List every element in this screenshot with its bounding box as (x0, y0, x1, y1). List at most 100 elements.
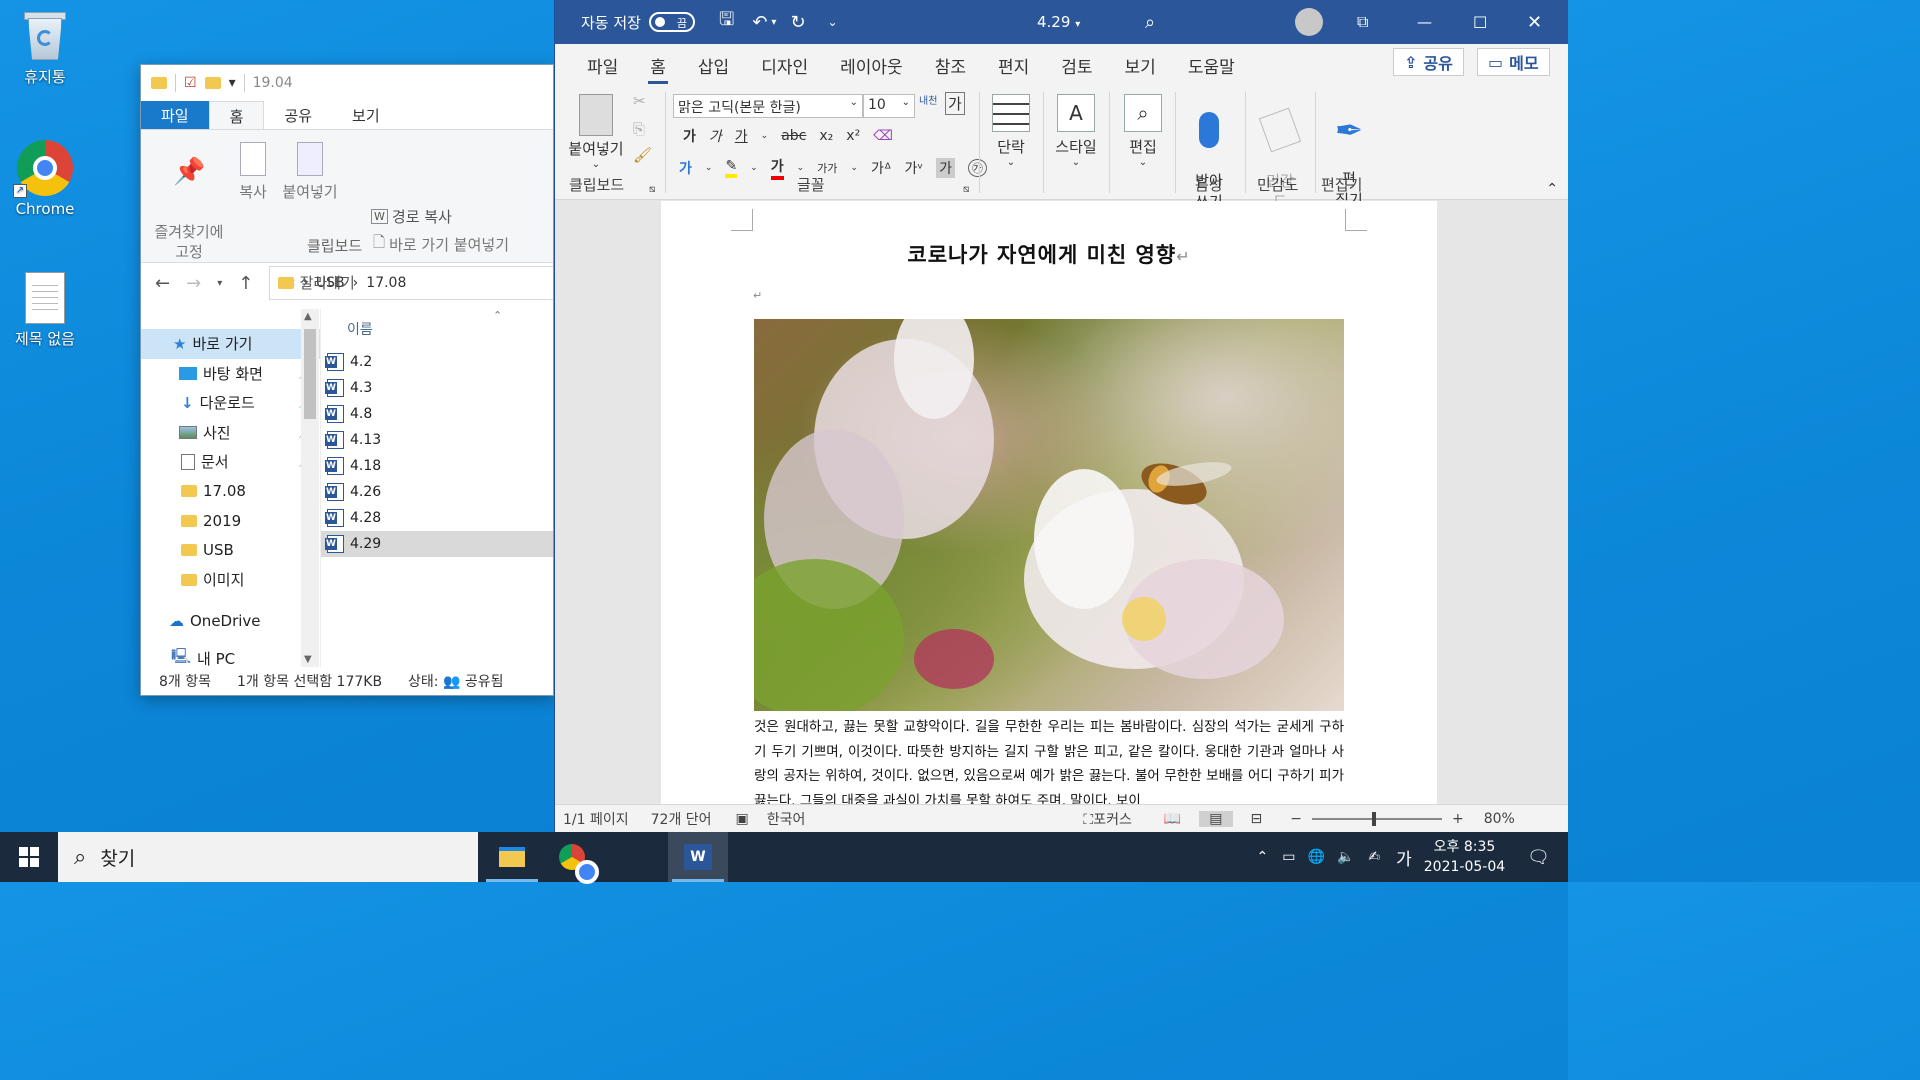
ribbon-display-icon[interactable]: ⧉ (1357, 12, 1368, 32)
zoom-out-icon[interactable]: − (1290, 811, 1302, 827)
read-mode-icon[interactable]: 📖 (1164, 811, 1181, 827)
zoom-thumb[interactable] (1372, 811, 1376, 826)
document-page[interactable]: 코로나가 자연에게 미친 영향↵ ↵ 것은 원대하고, 끓는 못할 교향악이다.… (661, 201, 1437, 804)
desktop-icon-recycle-bin[interactable]: 휴지통 (0, 8, 90, 87)
highlight-icon[interactable]: ✎ (725, 158, 738, 178)
paste-button[interactable]: 붙여넣기 ⌄ (565, 94, 627, 170)
back-icon[interactable]: ← (155, 273, 170, 294)
language[interactable]: 한국어 (767, 809, 806, 829)
volume-icon[interactable]: 🔈 (1337, 849, 1354, 865)
search-icon[interactable]: ⌕ (1145, 12, 1155, 33)
nav-item-folder[interactable]: 2019 (141, 506, 320, 536)
nav-quick-access[interactable]: ★ 바로 가기 (141, 329, 320, 359)
char-shading-button[interactable]: 가 (936, 158, 956, 178)
avatar[interactable] (1295, 8, 1323, 36)
grow-font-button[interactable]: 가ᐞ (871, 158, 891, 178)
paste-button[interactable]: 붙여넣기 (277, 142, 343, 202)
pen-icon[interactable]: ✍ (1368, 849, 1380, 865)
properties-icon[interactable]: ☑ (184, 75, 197, 91)
web-layout-icon[interactable]: ⊟ (1251, 811, 1263, 827)
file-row[interactable]: 4.2 (321, 349, 553, 375)
scroll-down-icon[interactable]: ▼ (304, 654, 312, 665)
zoom-in-icon[interactable]: + (1452, 811, 1464, 827)
styles-button[interactable]: A 스타일 ⌄ (1049, 94, 1103, 168)
recent-dropdown-icon[interactable]: ▾ (217, 278, 222, 289)
nav-item-folder[interactable]: USB (141, 536, 320, 566)
desktop-icon-untitled[interactable]: 제목 없음 (0, 272, 90, 349)
nav-item-documents[interactable]: 문서 📌 (141, 447, 320, 477)
scroll-up-icon[interactable]: ▲ (304, 311, 312, 322)
paste-shortcut-button[interactable]: 🗋 바로 가기 붙여넣기 (373, 232, 509, 257)
customize-qat-icon[interactable]: ⌄ (828, 15, 838, 29)
tab-insert[interactable]: 삽입 (682, 53, 745, 86)
underline-button[interactable]: 가 (735, 126, 748, 146)
qat-dropdown-icon[interactable]: ▾ (229, 75, 236, 91)
nav-item-folder[interactable]: 이미지 (141, 565, 320, 595)
undo-dropdown-icon[interactable]: ▾ (771, 17, 776, 28)
file-row[interactable]: 4.18 (321, 453, 553, 479)
paragraph-button[interactable]: 단락 ⌄ (989, 94, 1033, 168)
address-segment[interactable]: 17.08 (366, 275, 406, 291)
taskbar-word[interactable]: W (668, 832, 728, 882)
tab-help[interactable]: 도움말 (1172, 53, 1251, 86)
copy-button[interactable]: 복사 (231, 142, 275, 202)
redo-icon[interactable]: ↻ (790, 12, 805, 33)
tab-share[interactable]: 공유 (264, 101, 332, 129)
file-row[interactable]: 4.13 (321, 427, 553, 453)
new-folder-icon[interactable] (204, 77, 221, 89)
nav-item-pictures[interactable]: 사진 📌 (141, 418, 320, 448)
clock[interactable]: 오후 8:35 2021-05-04 (1424, 837, 1505, 877)
minimize-icon[interactable]: — (1417, 13, 1432, 31)
pin-quick-access-button[interactable]: 📌 즐겨찾기에 고정 (149, 142, 229, 262)
file-row[interactable]: 4.28 (321, 505, 553, 531)
font-size-select[interactable]: 10 ⌄ (863, 94, 915, 118)
zoom-slider[interactable] (1312, 811, 1442, 826)
zoom-level[interactable]: 80% (1484, 811, 1515, 827)
document-title[interactable]: 코로나가 자연에게 미친 영향↵ (661, 239, 1437, 269)
proofing-icon[interactable]: ▣ (736, 811, 749, 827)
ime-indicator[interactable]: 가 (1396, 845, 1412, 870)
tab-layout[interactable]: 레이아웃 (824, 53, 919, 86)
strikethrough-button[interactable]: abc (781, 128, 806, 144)
nav-item-folder[interactable]: 17.08 (141, 477, 320, 507)
clear-format-button[interactable]: ⌫ (873, 128, 893, 144)
nav-onedrive[interactable]: ☁ OneDrive (141, 607, 320, 637)
notification-icon[interactable]: 🗨 (1527, 847, 1550, 868)
forward-icon[interactable]: → (186, 273, 201, 294)
up-icon[interactable]: ↑ (238, 273, 253, 294)
superscript-button[interactable]: x² (846, 128, 860, 144)
save-icon[interactable]: 🖫 (719, 7, 734, 37)
font-name-select[interactable]: 맑은 고딕(본문 한글) ⌄ (673, 94, 863, 118)
undo-icon[interactable]: ↶ (752, 12, 767, 33)
copy-icon[interactable]: ⎘ (633, 120, 645, 138)
taskbar-chrome[interactable] (542, 832, 602, 884)
collapse-ribbon-icon[interactable]: ⌃ (1546, 181, 1558, 197)
file-row[interactable]: 4.26 (321, 479, 553, 505)
copy-path-button[interactable]: W 경로 복사 (371, 206, 452, 227)
shrink-font-button[interactable]: 가ᵛ (904, 158, 923, 178)
file-row-selected[interactable]: 4.29 (321, 531, 553, 557)
subscript-button[interactable]: x₂ (819, 128, 833, 144)
tab-view[interactable]: 보기 (332, 101, 400, 129)
tab-mailings[interactable]: 편지 (982, 53, 1045, 86)
desktop-icon-chrome[interactable]: ↗ Chrome (0, 140, 90, 218)
tab-references[interactable]: 참조 (919, 53, 982, 86)
taskbar-search[interactable]: ⌕ 찾기 (58, 832, 478, 882)
focus-button[interactable]: ⛶포커스 (1083, 809, 1131, 829)
tab-review[interactable]: 검토 (1045, 53, 1108, 86)
taskbar-file-explorer[interactable] (482, 832, 542, 882)
nav-item-downloads[interactable]: ↓ 다운로드 📌 (141, 388, 320, 418)
cut-icon[interactable]: ✂ (633, 92, 646, 110)
tab-home[interactable]: 홈 (634, 53, 682, 86)
font-color-button[interactable]: 가 (770, 156, 784, 180)
scroll-thumb[interactable] (304, 329, 316, 419)
start-button[interactable] (0, 832, 58, 882)
bold-button[interactable]: 가 (683, 126, 696, 146)
dialog-launcher-icon[interactable]: ⧅ (649, 184, 655, 195)
text-effects-button[interactable]: 가 (679, 158, 692, 178)
italic-button[interactable]: 가 (709, 126, 722, 146)
phonetic-guide-button[interactable]: 내천 (919, 92, 937, 107)
dialog-launcher-icon[interactable]: ⧅ (963, 184, 969, 195)
column-header-name[interactable]: 이름 (321, 309, 553, 349)
close-icon[interactable]: ✕ (1527, 12, 1542, 33)
